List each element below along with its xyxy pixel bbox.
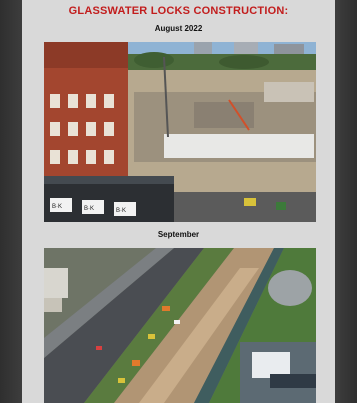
document-title: GLASSWATER LOCKS CONSTRUCTION: [68, 5, 289, 17]
month-label-september: September [157, 230, 200, 239]
cabin-sign: B·K [84, 206, 94, 212]
cabin-sign: B·K [52, 204, 62, 210]
document-page: GLASSWATER LOCKS CONSTRUCTION: August 20… [22, 0, 335, 403]
month-label-august: August 2022 [154, 24, 203, 33]
aerial-construction-photo-august-icon: B·K B·K B·K [44, 42, 316, 222]
photo-september [44, 248, 316, 403]
aerial-construction-photo-september-icon [44, 248, 316, 403]
photo-august: B·K B·K B·K [44, 42, 316, 222]
viewer-frame: GLASSWATER LOCKS CONSTRUCTION: August 20… [0, 0, 357, 403]
cabin-sign: B·K [116, 208, 126, 214]
